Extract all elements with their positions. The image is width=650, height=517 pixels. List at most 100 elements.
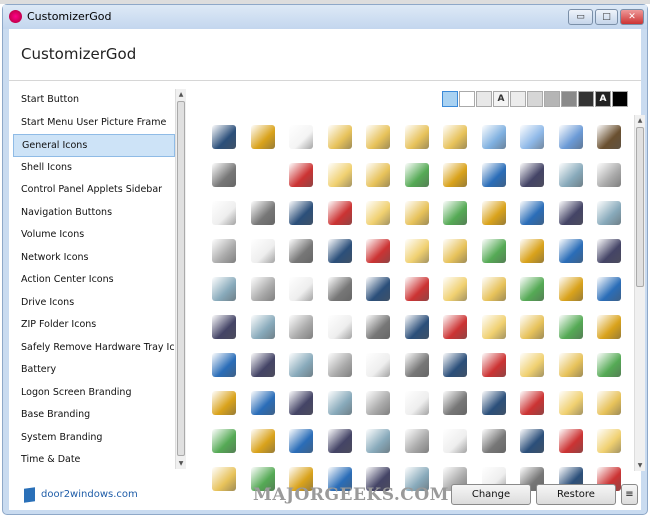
background-swatch[interactable]: A bbox=[493, 91, 509, 107]
sidebar-item[interactable]: Start Button bbox=[13, 89, 175, 112]
icon-tile[interactable] bbox=[520, 429, 544, 453]
sidebar-item[interactable]: Drive Icons bbox=[13, 292, 175, 315]
icon-tile[interactable] bbox=[597, 429, 621, 453]
icon-tile[interactable] bbox=[443, 315, 467, 339]
icon-tile[interactable] bbox=[366, 429, 390, 453]
icon-tile[interactable] bbox=[443, 201, 467, 225]
icon-tile[interactable] bbox=[558, 201, 583, 225]
scroll-up-arrow[interactable]: ▲ bbox=[176, 91, 186, 98]
icon-tile[interactable] bbox=[404, 277, 429, 301]
sidebar-item[interactable]: Base Branding bbox=[13, 404, 175, 427]
icon-tile[interactable] bbox=[597, 277, 621, 301]
sidebar-item[interactable]: Shell Icons bbox=[13, 157, 175, 180]
background-swatch[interactable] bbox=[476, 91, 492, 107]
icon-tile[interactable] bbox=[250, 391, 275, 415]
sidebar-item[interactable]: Action Center Icons bbox=[13, 269, 175, 292]
icon-tile[interactable] bbox=[443, 277, 467, 301]
icon-tile[interactable] bbox=[212, 201, 236, 225]
icon-tile[interactable] bbox=[481, 429, 506, 453]
background-swatch[interactable]: A bbox=[595, 91, 611, 107]
icon-tile[interactable] bbox=[443, 163, 467, 187]
icon-tile[interactable] bbox=[212, 353, 236, 377]
icon-tile[interactable] bbox=[212, 429, 236, 453]
icon-tile[interactable] bbox=[366, 391, 390, 415]
icon-tile[interactable] bbox=[404, 201, 429, 225]
icon-tile[interactable] bbox=[520, 201, 544, 225]
icon-tile[interactable] bbox=[520, 391, 544, 415]
scroll-down-arrow[interactable]: ▼ bbox=[176, 460, 186, 467]
icon-tile[interactable] bbox=[520, 163, 544, 187]
sidebar-item[interactable]: General Icons bbox=[13, 134, 175, 157]
sidebar-scroll-thumb[interactable] bbox=[177, 101, 185, 456]
icon-tile[interactable] bbox=[597, 315, 621, 339]
icon-tile[interactable] bbox=[327, 125, 352, 149]
icon-tile[interactable] bbox=[443, 125, 467, 149]
icon-tile[interactable] bbox=[520, 125, 544, 149]
maximize-button[interactable]: □ bbox=[595, 9, 618, 25]
icon-tile[interactable] bbox=[404, 391, 429, 415]
icon-tile[interactable] bbox=[212, 239, 236, 263]
sidebar-item[interactable]: ZIP Folder Icons bbox=[13, 314, 175, 337]
icon-tile[interactable] bbox=[520, 277, 544, 301]
background-swatch[interactable] bbox=[612, 91, 628, 107]
icon-tile[interactable] bbox=[481, 239, 506, 263]
sidebar-item[interactable]: Start Menu User Picture Frame bbox=[13, 112, 175, 135]
icon-tile[interactable] bbox=[597, 201, 621, 225]
menu-button[interactable]: ≡ bbox=[621, 484, 638, 505]
background-swatch[interactable] bbox=[544, 91, 560, 107]
icon-tile[interactable] bbox=[289, 277, 313, 301]
icon-grid-scroll-thumb[interactable] bbox=[636, 127, 644, 287]
background-swatch[interactable] bbox=[527, 91, 543, 107]
icon-tile[interactable] bbox=[327, 201, 352, 225]
background-swatch[interactable] bbox=[459, 91, 475, 107]
icon-tile[interactable] bbox=[481, 201, 506, 225]
icon-tile[interactable] bbox=[289, 315, 313, 339]
icon-tile[interactable] bbox=[520, 353, 544, 377]
icon-tile[interactable] bbox=[250, 353, 275, 377]
icon-tile[interactable] bbox=[404, 125, 429, 149]
icon-tile[interactable] bbox=[558, 391, 583, 415]
icon-tile[interactable] bbox=[366, 239, 390, 263]
icon-tile[interactable] bbox=[250, 277, 275, 301]
door2windows-link[interactable]: door2windows.com bbox=[41, 489, 138, 500]
sidebar-item[interactable]: Time & Date bbox=[13, 449, 175, 472]
icon-tile[interactable] bbox=[481, 391, 506, 415]
sidebar-item[interactable]: System Branding bbox=[13, 427, 175, 450]
background-swatch[interactable] bbox=[578, 91, 594, 107]
icon-tile[interactable] bbox=[481, 315, 506, 339]
icon-tile[interactable] bbox=[327, 391, 352, 415]
icon-tile[interactable] bbox=[289, 353, 313, 377]
sidebar-item[interactable]: Navigation Buttons bbox=[13, 202, 175, 225]
icon-tile[interactable] bbox=[520, 239, 544, 263]
icon-tile[interactable] bbox=[558, 315, 583, 339]
icon-tile[interactable] bbox=[289, 201, 313, 225]
icon-tile[interactable] bbox=[327, 163, 352, 187]
icon-grid-scrollbar[interactable]: ▲ ▼ bbox=[634, 115, 645, 471]
icon-tile[interactable] bbox=[327, 353, 352, 377]
sidebar-item[interactable]: Battery bbox=[13, 359, 175, 382]
minimize-button[interactable]: ▭ bbox=[568, 9, 593, 25]
icon-tile[interactable] bbox=[212, 315, 236, 339]
icon-tile[interactable] bbox=[289, 239, 313, 263]
icon-tile[interactable] bbox=[289, 429, 313, 453]
icon-tile[interactable] bbox=[366, 125, 390, 149]
icon-tile[interactable] bbox=[558, 163, 583, 187]
sidebar-item[interactable]: Network Icons bbox=[13, 247, 175, 270]
icon-tile[interactable] bbox=[404, 353, 429, 377]
icon-tile[interactable] bbox=[558, 125, 583, 149]
icon-tile[interactable] bbox=[366, 353, 390, 377]
icon-tile[interactable] bbox=[481, 277, 506, 301]
icon-tile[interactable] bbox=[481, 353, 506, 377]
background-swatch[interactable] bbox=[442, 91, 458, 107]
icon-tile[interactable] bbox=[558, 429, 583, 453]
icon-tile[interactable] bbox=[443, 239, 467, 263]
icon-tile[interactable] bbox=[597, 163, 621, 187]
icon-tile[interactable] bbox=[597, 239, 621, 263]
icon-tile[interactable] bbox=[597, 391, 621, 415]
icon-tile[interactable] bbox=[481, 125, 506, 149]
close-button[interactable]: ✕ bbox=[620, 9, 644, 25]
icon-tile[interactable] bbox=[250, 429, 275, 453]
icon-tile[interactable] bbox=[443, 391, 467, 415]
icon-tile[interactable] bbox=[520, 315, 544, 339]
icon-tile[interactable] bbox=[289, 391, 313, 415]
